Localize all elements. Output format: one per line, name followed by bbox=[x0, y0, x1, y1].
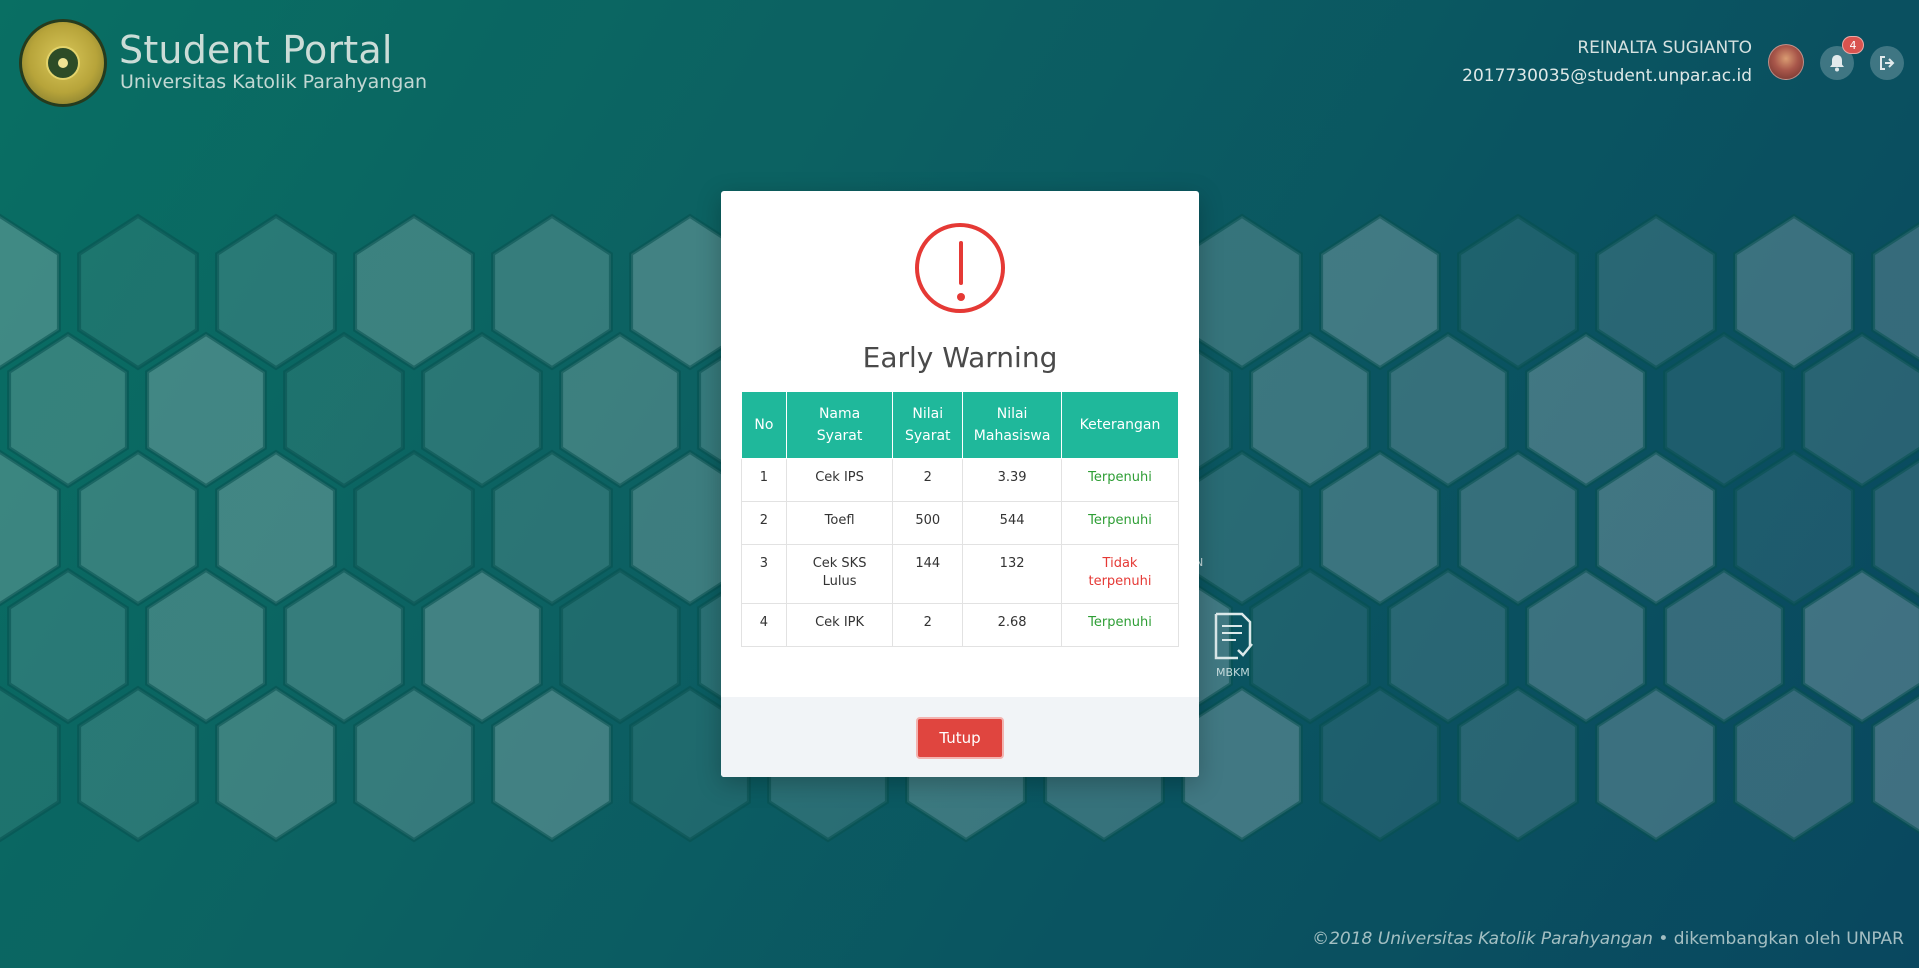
exclamation-circle-icon bbox=[915, 223, 1005, 313]
user-avatar[interactable] bbox=[1768, 44, 1804, 80]
bell-icon bbox=[1830, 55, 1844, 72]
cell-nama-syarat: Cek IPK bbox=[785, 603, 894, 647]
header-no: No bbox=[741, 391, 787, 459]
university-name: Universitas Katolik Parahyangan bbox=[120, 71, 428, 93]
cell-nilai-syarat: 2 bbox=[892, 603, 964, 647]
table-row: 3 Cek SKS Lulus 144 132 Tidak terpenuhi bbox=[741, 544, 1179, 604]
user-name: REINALTA SUGIANTO bbox=[1577, 38, 1752, 58]
header-nama-syarat: Nama Syarat bbox=[785, 391, 894, 459]
header-nilai-mahasiswa: Nilai Mahasiswa bbox=[962, 391, 1063, 459]
logout-button[interactable] bbox=[1870, 46, 1904, 80]
header-keterangan: Keterangan bbox=[1061, 391, 1179, 459]
logo-center bbox=[58, 58, 68, 68]
cell-nilai-mahasiswa: 132 bbox=[962, 544, 1063, 604]
cell-keterangan: Terpenuhi bbox=[1061, 603, 1179, 647]
cell-nama-syarat: Cek SKS Lulus bbox=[785, 544, 894, 604]
close-button[interactable]: Tutup bbox=[916, 717, 1004, 759]
cell-no: 3 bbox=[741, 544, 787, 604]
mbkm-tile-label: MBKM bbox=[1216, 666, 1250, 679]
modal-footer: Tutup bbox=[721, 697, 1199, 777]
user-email: 2017730035@student.unpar.ac.id bbox=[1462, 66, 1752, 86]
early-warning-table: No Nama Syarat Nilai Syarat Nilai Mahasiswa… bbox=[741, 391, 1179, 647]
footer-separator: • bbox=[1658, 929, 1669, 949]
table-header-row: No Nama Syarat Nilai Syarat Nilai Mahasiswa… bbox=[741, 391, 1179, 459]
table-row: 1 Cek IPS 2 3.39 Terpenuhi bbox=[741, 458, 1179, 502]
cell-keterangan: Terpenuhi bbox=[1061, 501, 1179, 545]
footer-credit: dikembangkan oleh UNPAR bbox=[1673, 929, 1904, 949]
notification-badge: 4 bbox=[1842, 36, 1864, 54]
cell-nilai-mahasiswa: 3.39 bbox=[962, 458, 1063, 502]
exclamation-dot bbox=[957, 293, 965, 301]
cell-nilai-syarat: 500 bbox=[892, 501, 964, 545]
header-nilai-syarat: Nilai Syarat bbox=[892, 391, 964, 459]
footer-copyright: ©2018 Universitas Katolik Parahyangan bbox=[1312, 929, 1653, 949]
footer: ©2018 Universitas Katolik Parahyangan • … bbox=[1312, 929, 1904, 949]
cell-keterangan: Tidak terpenuhi bbox=[1061, 544, 1179, 604]
table-row: 4 Cek IPK 2 2.68 Terpenuhi bbox=[741, 603, 1179, 647]
cell-no: 4 bbox=[741, 603, 787, 647]
cell-nilai-mahasiswa: 2.68 bbox=[962, 603, 1063, 647]
university-logo[interactable] bbox=[19, 19, 107, 107]
cell-nama-syarat: Cek IPS bbox=[785, 458, 894, 502]
cell-no: 1 bbox=[741, 458, 787, 502]
mbkm-tile[interactable]: MBKM bbox=[1212, 612, 1272, 682]
logout-icon bbox=[1880, 56, 1895, 70]
cell-nama-syarat: Toefl bbox=[785, 501, 894, 545]
cell-no: 2 bbox=[741, 501, 787, 545]
exclamation-bar bbox=[959, 241, 963, 285]
portal-title: Student Portal bbox=[119, 28, 393, 72]
cell-nilai-syarat: 2 bbox=[892, 458, 964, 502]
table-row: 2 Toefl 500 544 Terpenuhi bbox=[741, 501, 1179, 545]
document-check-icon bbox=[1214, 612, 1253, 660]
cell-nilai-mahasiswa: 544 bbox=[962, 501, 1063, 545]
cell-keterangan: Terpenuhi bbox=[1061, 458, 1179, 502]
cell-nilai-syarat: 144 bbox=[892, 544, 964, 604]
header: Student Portal Universitas Katolik Parah… bbox=[0, 0, 1919, 120]
early-warning-modal: Early Warning No Nama Syarat Nilai Syarat … bbox=[721, 191, 1199, 777]
modal-title: Early Warning bbox=[862, 341, 1058, 374]
